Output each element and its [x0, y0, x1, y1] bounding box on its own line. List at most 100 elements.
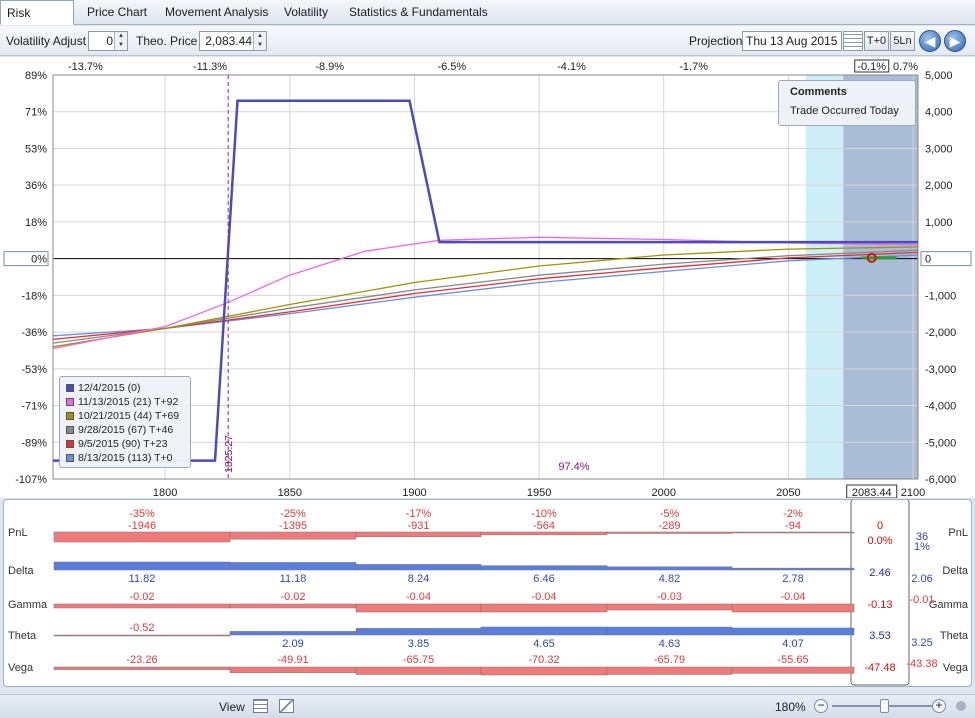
greek-row-label-right: PnL: [948, 527, 968, 539]
greek-value: -94: [785, 520, 801, 532]
t0-button[interactable]: T+0: [864, 31, 889, 51]
tab-risk-profile[interactable]: Risk Profile: [0, 0, 74, 44]
greek-bar: [355, 564, 482, 571]
app-root: Risk Profile Price Chart Movement Analys…: [0, 0, 975, 718]
volatility-adjust-stepper[interactable]: 0 ▲ ▼: [88, 31, 128, 51]
projection-date-field[interactable]: Thu 13 Aug 2015: [742, 31, 842, 51]
greek-value: 2.78: [782, 573, 803, 585]
right-y-tick-label: 5,000: [925, 70, 953, 82]
tab-price-chart[interactable]: Price Chart: [87, 0, 147, 25]
arrow-left-icon[interactable]: ◀: [919, 30, 941, 52]
greek-bar: [229, 531, 357, 540]
top-pct-tick-label: 0.7%: [893, 61, 918, 73]
greek-bar: [606, 666, 733, 675]
legend-item[interactable]: 12/4/2015 (0): [66, 381, 184, 395]
x-tick-label: 1900: [402, 487, 426, 498]
stepper-arrows-icon[interactable]: ▲ ▼: [253, 32, 266, 50]
right-y-tick-label: -2,000: [925, 327, 956, 339]
legend-label: 11/13/2015 (21) T+92: [78, 396, 179, 408]
left-y-tick-label: -107%: [15, 474, 47, 486]
greek-value: -0.04: [780, 591, 805, 603]
legend-swatch: [66, 384, 74, 392]
greek-bar: [229, 631, 357, 636]
legend-item[interactable]: 9/5/2015 (90) T+23: [66, 437, 184, 451]
arrow-right-icon[interactable]: ▶: [944, 30, 966, 52]
greek-value: 3.85: [408, 638, 429, 650]
zoom-in-button[interactable]: +: [932, 699, 946, 713]
view-label: View: [219, 700, 245, 714]
left-y-tick-label: -36%: [21, 327, 47, 339]
right-y-tick-label: 4,000: [925, 107, 953, 119]
greek-value: -0.04: [406, 591, 431, 603]
greek-value: -0.03: [657, 591, 682, 603]
zoom-level: 180%: [775, 700, 806, 714]
greek-bar: [480, 603, 608, 613]
greek-bar: [229, 666, 357, 673]
calendar-icon[interactable]: [843, 31, 863, 51]
risk-profile-chart[interactable]: 1800 1850 1900 1950 2000 2050 2100 5,000 89% 4,00…: [0, 57, 975, 498]
x-tick-label: 2000: [651, 487, 675, 498]
five-lines-button[interactable]: 5Ln: [890, 31, 915, 51]
legend-label: 9/28/2015 (67) T+46: [78, 424, 174, 436]
theo-price-stepper[interactable]: 2,083.44 ▲ ▼: [199, 31, 267, 51]
legend-item[interactable]: 11/13/2015 (21) T+92: [66, 395, 184, 409]
left-y-tick-label: -89%: [21, 437, 47, 449]
left-y-tick-label: 0%: [31, 254, 47, 266]
greek-row-label: Theta: [8, 630, 37, 642]
greeks-svg: PnL PnL -1946 -1395 -931 -564 -289 -94 Delta Delt…: [8, 500, 969, 686]
greek-value: 8.24: [408, 573, 429, 585]
theo-price-value: 2,083.44: [205, 34, 252, 48]
greek-value: -0.02: [129, 591, 154, 603]
greek-value: -931: [407, 520, 429, 532]
greek-row-label-right: Theta: [940, 630, 969, 642]
greek-value: 4.82: [659, 573, 680, 585]
probability-label: 97.4%: [558, 461, 589, 473]
top-pct-tick-label: -13.7%: [68, 61, 103, 73]
grid-view-icon[interactable]: [253, 699, 268, 713]
legend-item[interactable]: 10/21/2015 (44) T+69: [66, 409, 184, 423]
current-greek-value: -0.13: [867, 599, 892, 611]
greek-bar: [606, 603, 733, 611]
zoom-slider-thumb[interactable]: [880, 699, 889, 713]
greek-row-label: Gamma: [8, 599, 48, 611]
left-y-tick-label: 53%: [25, 143, 47, 155]
greek-value: -1946: [128, 520, 156, 532]
current-greek-value: 0: [877, 520, 883, 532]
chart-view-icon[interactable]: [279, 699, 294, 713]
tab-statistics-fundamentals[interactable]: Statistics & Fundamentals: [349, 0, 488, 25]
greek-value: -65.75: [403, 654, 434, 666]
legend-swatch: [66, 426, 74, 434]
pnl-pct-value: -5%: [660, 508, 680, 520]
legend-item[interactable]: 9/28/2015 (67) T+46: [66, 423, 184, 437]
greek-value: 11.18: [280, 573, 307, 585]
zoom-out-button[interactable]: −: [814, 699, 828, 713]
greek-bar: [355, 531, 482, 538]
legend-label: 9/5/2015 (90) T+23: [78, 438, 168, 450]
legend-label: 10/21/2015 (44) T+69: [78, 410, 180, 422]
resize-grip-icon[interactable]: [956, 701, 966, 711]
greek-value: -0.02: [280, 591, 305, 603]
legend-item[interactable]: 8/13/2015 (113) T+0: [66, 451, 184, 465]
greek-bar: [53, 603, 231, 609]
left-y-tick-label: -18%: [21, 290, 47, 302]
tab-volatility[interactable]: Volatility: [284, 0, 328, 25]
x-tick-label: 1800: [153, 487, 177, 498]
breakeven-label: 1825.27: [223, 435, 235, 473]
greek-value: -70.32: [528, 654, 559, 666]
greek-bar: [606, 566, 733, 571]
toolbar: Volatility Adjust 0 ▲ ▼ Theo. Price 2,083…: [0, 26, 975, 56]
comments-box: Comments Trade Occurred Today: [778, 80, 916, 126]
stepper-arrows-icon[interactable]: ▲ ▼: [114, 32, 127, 50]
right-y-tick-label: 3,000: [925, 143, 953, 155]
greek-value: -1395: [279, 520, 307, 532]
tab-movement-analysis[interactable]: Movement Analysis: [165, 0, 268, 25]
pnl-pct-value: -35%: [129, 508, 155, 520]
top-pct-tick-label: -4.1%: [557, 61, 586, 73]
right-y-tick-label: -5,000: [925, 437, 956, 449]
greek-row-label-right: Gamma: [929, 599, 969, 611]
greek-bar: [53, 561, 231, 571]
greek-bar: [480, 626, 608, 636]
right-y-tick-label: 1,000: [925, 217, 953, 229]
greek-row-label: Delta: [8, 565, 35, 577]
left-y-tick-label: 36%: [25, 180, 47, 192]
